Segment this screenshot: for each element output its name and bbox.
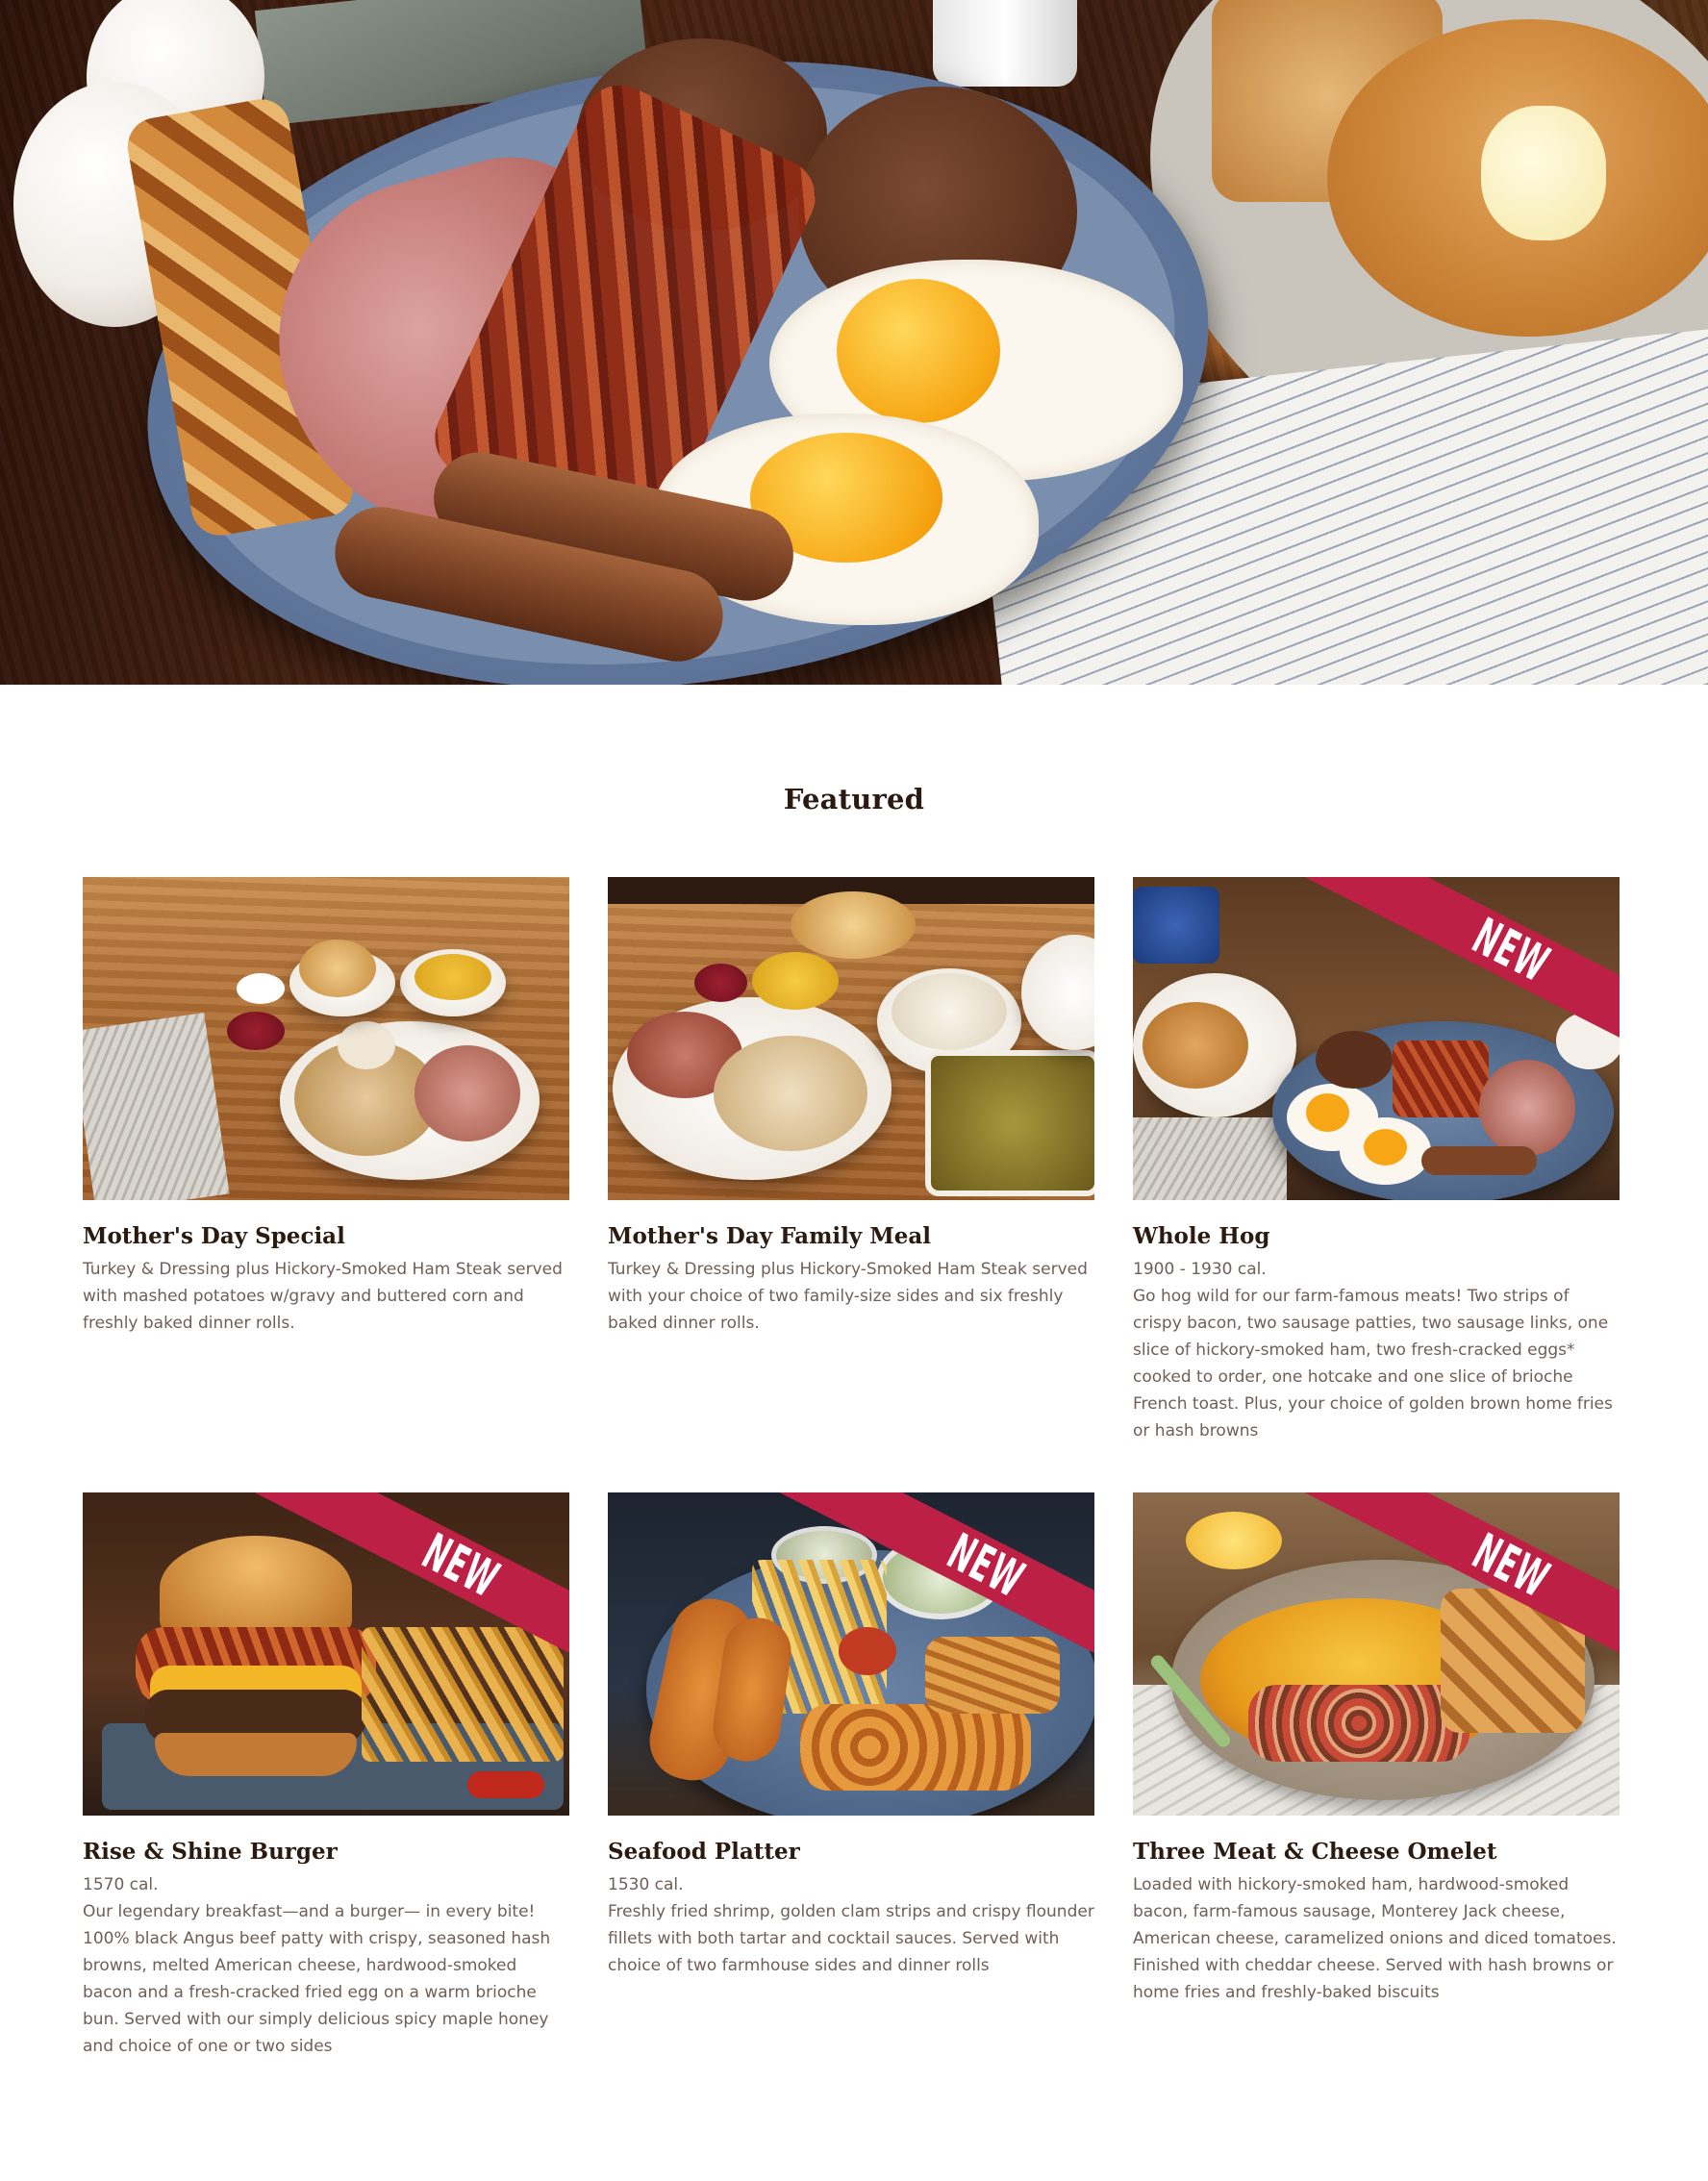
sausage-patty xyxy=(1316,1031,1393,1089)
card-description: Turkey & Dressing plus Hickory-Smoked Ha… xyxy=(608,1260,1088,1333)
hero-image xyxy=(0,0,1708,685)
bun-bottom xyxy=(155,1733,357,1776)
card-title[interactable]: Whole Hog xyxy=(1133,1221,1620,1252)
card-title[interactable]: Three Meat & Cheese Omelet xyxy=(1133,1837,1620,1868)
bun-top xyxy=(160,1536,352,1642)
shrimp xyxy=(800,1704,1031,1791)
mug xyxy=(1133,887,1219,964)
bacon xyxy=(1393,1040,1489,1117)
pepper xyxy=(467,1771,544,1798)
card-calories: 1530 cal. xyxy=(608,1875,684,1894)
napkin xyxy=(83,1013,230,1200)
featured-card-rise-shine-burger[interactable]: NEW Rise & Shine Burger 1570 cal. Our le… xyxy=(83,1492,569,2060)
card-title[interactable]: Mother's Day Family Meal xyxy=(608,1221,1094,1252)
card-calories: 1900 - 1930 cal. xyxy=(1133,1260,1267,1279)
card-description: Freshly fried shrimp, golden clam strips… xyxy=(608,1902,1094,1975)
card-title[interactable]: Seafood Platter xyxy=(608,1837,1094,1868)
card-image[interactable]: NEW xyxy=(608,1492,1094,1816)
pancake xyxy=(1143,1002,1248,1089)
yolk xyxy=(1364,1129,1407,1166)
corn xyxy=(414,954,491,1000)
sausage xyxy=(1421,1146,1537,1175)
cocktail-sauce xyxy=(839,1627,896,1675)
dinner-roll xyxy=(299,940,376,997)
card-image[interactable] xyxy=(608,877,1094,1200)
yolk xyxy=(1306,1093,1349,1132)
butter-cup xyxy=(237,973,285,1004)
cranberry xyxy=(227,1012,285,1050)
hero-mug xyxy=(933,0,1077,87)
card-image[interactable]: NEW xyxy=(83,1492,569,1816)
ham xyxy=(414,1045,520,1141)
featured-card-three-meat-cheese-omelet[interactable]: NEW Three Meat & Cheese Omelet Loaded wi… xyxy=(1133,1492,1620,2060)
card-image[interactable]: NEW xyxy=(1133,877,1620,1200)
card-image[interactable] xyxy=(83,877,569,1200)
mashed-potatoes xyxy=(892,973,1007,1050)
featured-grid: Mother's Day Special Turkey & Dressing p… xyxy=(83,877,1621,2060)
hero-butter xyxy=(1481,106,1606,240)
card-calories: 1570 cal. xyxy=(83,1875,159,1894)
fillings xyxy=(1248,1685,1469,1762)
egg-bowl xyxy=(1186,1512,1282,1569)
hero-yolk xyxy=(837,279,1000,423)
featured-heading: Featured xyxy=(783,783,925,815)
corn xyxy=(752,952,839,1010)
napkin xyxy=(1133,1117,1287,1200)
card-title[interactable]: Mother's Day Special xyxy=(83,1221,569,1252)
cranberry xyxy=(694,964,747,1002)
fries xyxy=(362,1627,564,1762)
card-title[interactable]: Rise & Shine Burger xyxy=(83,1837,569,1868)
featured-card-seafood-platter[interactable]: NEW Seafood Platter 1530 cal. Freshly fr… xyxy=(608,1492,1094,2060)
dressing-dish xyxy=(925,1050,1094,1196)
card-description: Turkey & Dressing plus Hickory-Smoked Ha… xyxy=(83,1260,563,1333)
featured-card-whole-hog[interactable]: NEW Whole Hog 1900 - 1930 cal. Go hog wi… xyxy=(1133,877,1620,1492)
featured-card-mothers-day-special[interactable]: Mother's Day Special Turkey & Dressing p… xyxy=(83,877,569,1492)
card-image[interactable]: NEW xyxy=(1133,1492,1620,1816)
clam-strips xyxy=(925,1637,1060,1714)
mashed-potatoes xyxy=(338,1021,395,1069)
card-description: Loaded with hickory-smoked ham, hardwood… xyxy=(1133,1875,1617,2002)
dinner-rolls xyxy=(791,891,916,959)
featured-card-mothers-day-family-meal[interactable]: Mother's Day Family Meal Turkey & Dressi… xyxy=(608,877,1094,1492)
turkey xyxy=(714,1036,867,1151)
card-description: Go hog wild for our farm-famous meats! T… xyxy=(1133,1287,1613,1441)
ham xyxy=(1479,1060,1575,1156)
card-description: Our legendary breakfast—and a burger— in… xyxy=(83,1902,551,2056)
